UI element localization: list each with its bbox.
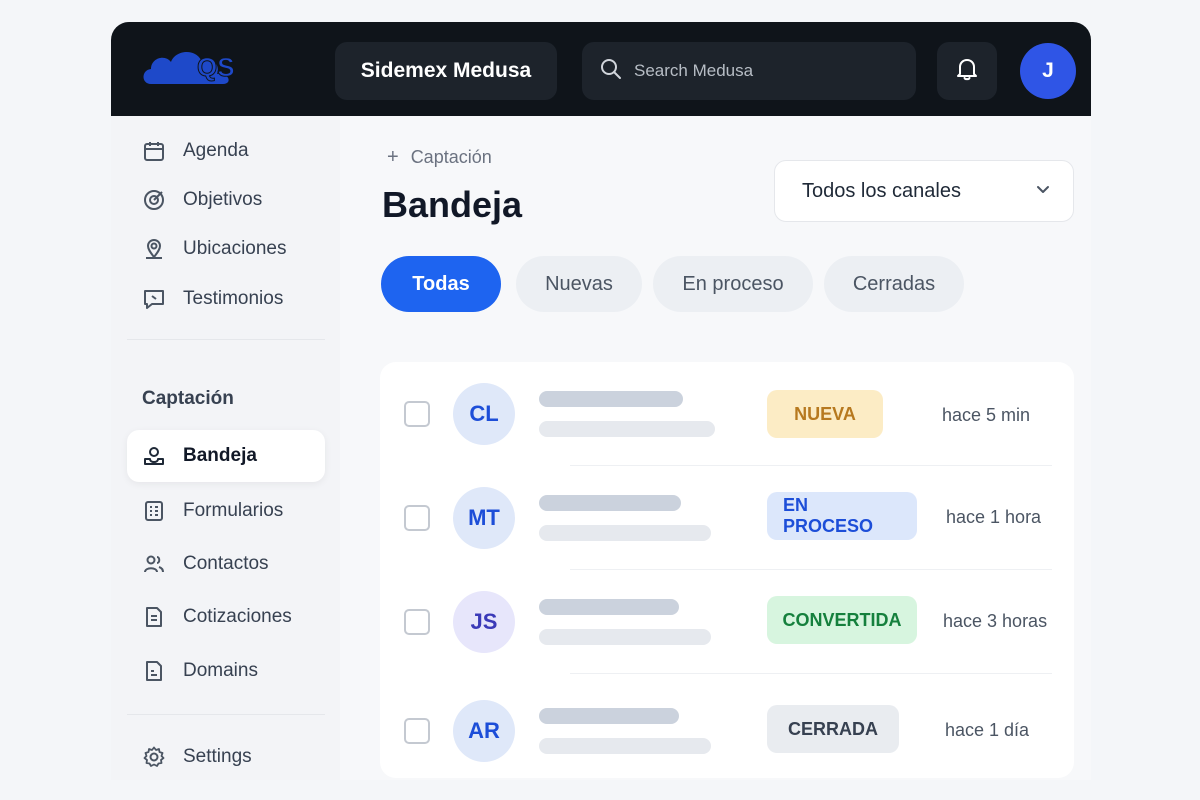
bell-icon bbox=[954, 56, 980, 87]
sidebar-item-settings[interactable]: Settings bbox=[127, 731, 325, 780]
timestamp: hace 1 día bbox=[945, 720, 1030, 740]
user-avatar[interactable]: J bbox=[1020, 43, 1076, 99]
page-title: Bandeja bbox=[382, 184, 523, 225]
name-placeholder bbox=[539, 708, 679, 724]
sidebar-item-label: Bandeja bbox=[183, 445, 257, 466]
svg-text:QS: QS bbox=[197, 52, 235, 82]
tab-cerradas[interactable]: Cerradas bbox=[824, 256, 964, 312]
row-checkbox[interactable] bbox=[404, 401, 430, 427]
sidebar-item-objetivos[interactable]: Objetivos bbox=[127, 174, 325, 226]
notifications-button[interactable] bbox=[937, 42, 997, 100]
timestamp: hace 1 hora bbox=[946, 507, 1042, 527]
detail-placeholder bbox=[539, 525, 711, 541]
list-item[interactable]: CL NUEVA hace 5 min bbox=[380, 362, 1074, 466]
contact-avatar: CL bbox=[453, 383, 515, 445]
sidebar-item-label: Domains bbox=[183, 660, 258, 681]
sidebar-item-label: Cotizaciones bbox=[183, 606, 292, 627]
sidebar-item-label: Agenda bbox=[183, 140, 249, 161]
name-placeholder bbox=[539, 599, 679, 615]
detail-placeholder bbox=[539, 738, 711, 754]
sidebar-item-label: Formularios bbox=[183, 500, 284, 521]
breadcrumb-label: Captación bbox=[410, 147, 492, 167]
sidebar-item-label: Objetivos bbox=[183, 189, 263, 210]
app-title[interactable]: Sidemex Medusa bbox=[335, 42, 557, 100]
document-icon bbox=[141, 604, 167, 630]
sidebar-section-label: Captación bbox=[142, 388, 234, 409]
contact-avatar: AR bbox=[453, 700, 515, 762]
tab-nuevas[interactable]: Nuevas bbox=[516, 256, 642, 312]
row-checkbox[interactable] bbox=[404, 609, 430, 635]
row-checkbox[interactable] bbox=[404, 718, 430, 744]
list-item[interactable]: JS CONVERTIDA hace 3 horas bbox=[380, 570, 1074, 674]
app-window: QS Sidemex Medusa J Agenda bbox=[111, 22, 1091, 780]
channel-select-value: Todos los canales bbox=[802, 179, 961, 202]
users-icon bbox=[141, 551, 167, 577]
search-bar[interactable] bbox=[582, 42, 916, 100]
inbox-icon bbox=[141, 443, 167, 469]
plus-icon: + bbox=[387, 146, 399, 168]
channel-select[interactable]: Todos los canales bbox=[774, 160, 1074, 222]
target-icon bbox=[141, 187, 167, 213]
contact-avatar: JS bbox=[453, 591, 515, 653]
sidebar-item-label: Contactos bbox=[183, 553, 269, 574]
contact-avatar: MT bbox=[453, 487, 515, 549]
timestamp: hace 3 horas bbox=[943, 611, 1048, 631]
status-badge: CERRADA bbox=[767, 705, 899, 753]
status-badge: CONVERTIDA bbox=[767, 596, 917, 644]
row-checkbox[interactable] bbox=[404, 505, 430, 531]
sidebar-item-label: Ubicaciones bbox=[183, 238, 287, 259]
name-placeholder bbox=[539, 495, 681, 511]
sidebar-item-label: Settings bbox=[183, 746, 252, 767]
form-icon bbox=[141, 498, 167, 524]
sidebar-divider bbox=[127, 339, 325, 340]
detail-placeholder bbox=[539, 629, 711, 645]
main-content: + Captación Bandeja Todos los canales To… bbox=[340, 116, 1091, 780]
sidebar: Agenda Objetivos Ubicaciones Testimonios… bbox=[111, 116, 340, 780]
sidebar-divider bbox=[127, 714, 325, 715]
file-icon bbox=[141, 658, 167, 684]
timestamp: hace 5 min bbox=[942, 405, 1031, 425]
top-bar: QS Sidemex Medusa J bbox=[111, 22, 1091, 116]
sidebar-item-formularios[interactable]: Formularios bbox=[127, 485, 325, 537]
tab-todas[interactable]: Todas bbox=[381, 256, 501, 312]
sidebar-item-label: Testimonios bbox=[183, 288, 284, 309]
sidebar-item-testimonios[interactable]: Testimonios bbox=[127, 273, 325, 325]
search-input[interactable] bbox=[634, 61, 894, 81]
tab-en-proceso[interactable]: En proceso bbox=[653, 256, 813, 312]
list-item[interactable]: MT EN PROCESO hace 1 hora bbox=[380, 466, 1074, 570]
map-pin-icon bbox=[141, 236, 167, 262]
chevron-down-icon bbox=[1035, 180, 1051, 203]
sidebar-item-bandeja[interactable]: Bandeja bbox=[127, 430, 325, 482]
sidebar-item-cotizaciones[interactable]: Cotizaciones bbox=[127, 591, 325, 643]
breadcrumb[interactable]: + Captación bbox=[387, 146, 492, 169]
logo[interactable]: QS bbox=[139, 42, 257, 88]
detail-placeholder bbox=[539, 421, 715, 437]
sidebar-item-ubicaciones[interactable]: Ubicaciones bbox=[127, 223, 325, 275]
inbox-list: CL NUEVA hace 5 min MT EN PROCESO hace 1… bbox=[380, 362, 1074, 778]
list-item[interactable]: AR CERRADA hace 1 día bbox=[380, 674, 1074, 778]
status-badge: NUEVA bbox=[767, 390, 883, 438]
calendar-icon bbox=[141, 138, 167, 164]
quote-icon bbox=[141, 286, 167, 312]
status-badge: EN PROCESO bbox=[767, 492, 917, 540]
search-icon bbox=[600, 58, 622, 85]
sidebar-item-domains[interactable]: Domains bbox=[127, 645, 325, 697]
sidebar-item-agenda[interactable]: Agenda bbox=[127, 125, 325, 177]
sidebar-item-contactos[interactable]: Contactos bbox=[127, 538, 325, 590]
gear-icon bbox=[141, 744, 167, 770]
name-placeholder bbox=[539, 391, 683, 407]
